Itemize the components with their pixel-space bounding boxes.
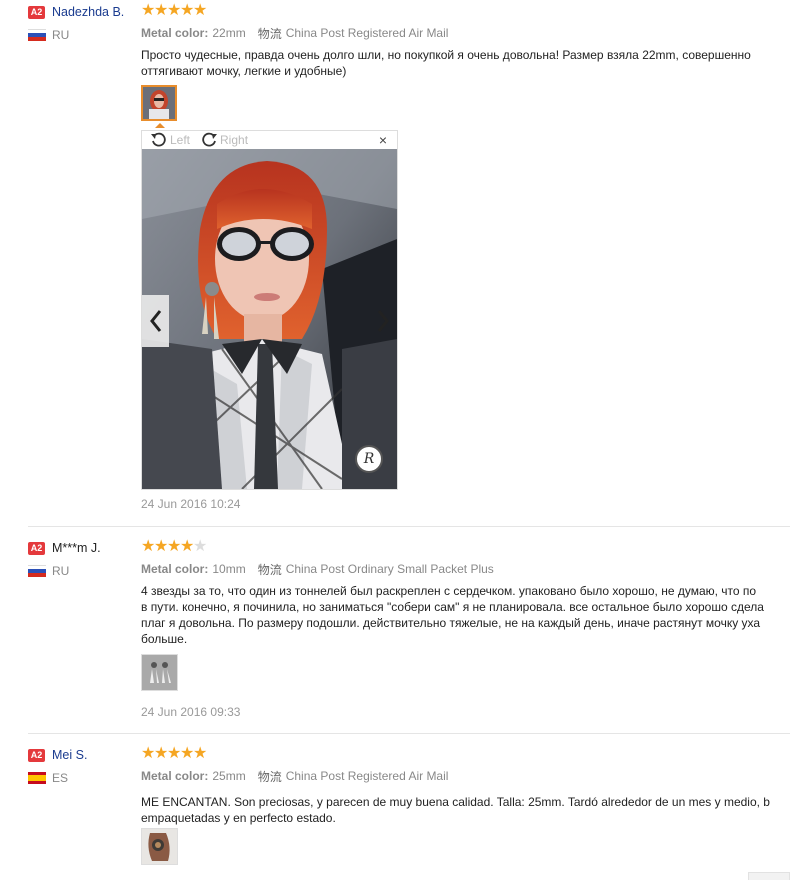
shipping-method: China Post Registered Air Mail <box>285 26 449 40</box>
metal-color-label: Metal color: <box>141 26 209 40</box>
metal-color-value: 10mm <box>212 562 246 576</box>
previous-photo-button[interactable] <box>142 295 169 347</box>
star-icon: ★ <box>167 745 182 762</box>
photo-thumbnail-image <box>142 829 177 864</box>
russia-flag-icon <box>28 29 46 41</box>
star-icon: ★ <box>141 745 156 762</box>
review-content: ★ ★ ★ ★ ★ Metal color: 25mm 物流 China Post Re… <box>141 746 790 826</box>
star-rating: ★ ★ ★ ★ ★ <box>141 746 790 762</box>
photo-viewer: Left Right × R <box>141 130 398 490</box>
order-attributes: Metal color: 25mm 物流 China Post Register… <box>141 768 790 784</box>
rotate-right-label: Right <box>220 133 249 147</box>
review-photo-thumbnail[interactable] <box>141 654 178 691</box>
order-attributes: Metal color: 10mm 物流 China Post Ordinary… <box>141 561 790 577</box>
buyer-level-badge: A2 <box>28 748 45 762</box>
star-rating: ★ ★ ★ ★ ★ <box>141 3 790 19</box>
metal-color-value: 25mm <box>212 769 246 783</box>
buyer-info: A2 Nadezhda B. RU <box>28 3 138 44</box>
review-divider <box>28 733 790 734</box>
buyer-level-badge: A2 <box>28 541 45 555</box>
star-icon: ★ <box>141 538 156 555</box>
watermark-logo-icon: R <box>355 445 383 473</box>
buyer-country: RU <box>52 564 70 578</box>
shipping-label: 物流 <box>257 769 282 784</box>
review-date: 24 Jun 2016 10:24 <box>141 497 241 511</box>
scroll-to-top-button[interactable] <box>748 872 790 880</box>
metal-color-value: 22mm <box>212 26 246 40</box>
chevron-left-icon <box>149 310 161 332</box>
review-text: Просто чудесные, правда очень долго шли,… <box>141 48 751 78</box>
review-divider <box>28 526 790 527</box>
rotate-left-button[interactable]: Left <box>150 132 190 148</box>
star-icon: ★ <box>154 745 169 762</box>
buyer-info: A2 Mei S. ES <box>28 746 138 787</box>
photo-thumbnail-image <box>142 655 177 690</box>
buyer-info: A2 M***m J. RU <box>28 539 138 580</box>
buyer-country: ES <box>52 771 69 785</box>
star-icon: ★ <box>167 2 182 19</box>
star-icon: ★ <box>193 745 208 762</box>
shipping-method: China Post Ordinary Small Packet Plus <box>285 562 494 576</box>
buyer-name-link[interactable]: Mei S. <box>52 748 87 762</box>
shipping-label: 物流 <box>257 26 282 41</box>
photo-thumbnail-image <box>143 87 175 119</box>
star-icon: ★ <box>154 2 169 19</box>
review-content: ★ ★ ★ ★ ★ Metal color: 22mm 物流 China Post Re… <box>141 3 790 79</box>
shipping-label: 物流 <box>257 562 282 577</box>
review-photo-image <box>142 149 397 489</box>
star-icon: ★ <box>141 2 156 19</box>
star-icon: ★ <box>180 538 195 555</box>
next-photo-button[interactable] <box>371 295 395 347</box>
rotate-right-button[interactable]: Right <box>200 132 248 148</box>
rotate-right-icon <box>202 132 218 147</box>
review-text: 4 звезды за то, что один из тоннелей был… <box>141 584 764 646</box>
order-attributes: Metal color: 22mm 物流 China Post Register… <box>141 25 790 41</box>
star-rating: ★ ★ ★ ★ ★ <box>141 539 790 555</box>
star-icon: ★ <box>180 2 195 19</box>
star-icon: ★ <box>154 538 169 555</box>
rotate-left-label: Left <box>170 133 191 147</box>
review-text: ME ENCANTAN. Son preciosas, y parecen de… <box>141 795 770 825</box>
spain-flag-icon <box>28 772 46 784</box>
buyer-name-link[interactable]: M***m J. <box>52 541 101 555</box>
review-content: ★ ★ ★ ★ ★ Metal color: 10mm 物流 China Post Or… <box>141 539 790 647</box>
shipping-method: China Post Registered Air Mail <box>285 769 449 783</box>
buyer-name-link[interactable]: Nadezhda B. <box>52 5 124 19</box>
buyer-level-badge: A2 <box>28 5 45 19</box>
chevron-right-icon <box>377 310 389 332</box>
metal-color-label: Metal color: <box>141 769 209 783</box>
close-viewer-button[interactable]: × <box>379 133 387 147</box>
review-photo: R <box>142 149 397 489</box>
rotate-left-icon <box>151 132 166 147</box>
star-empty-icon: ★ <box>193 538 208 555</box>
review-photo-thumbnail[interactable] <box>141 828 178 865</box>
star-icon: ★ <box>193 2 208 19</box>
metal-color-label: Metal color: <box>141 562 209 576</box>
thumbnail-pointer <box>155 123 165 128</box>
star-icon: ★ <box>167 538 182 555</box>
star-icon: ★ <box>180 745 195 762</box>
russia-flag-icon <box>28 565 46 577</box>
photo-viewer-toolbar: Left Right × <box>142 131 397 149</box>
buyer-country: RU <box>52 28 70 42</box>
review-photo-thumbnail[interactable] <box>141 85 177 121</box>
review-date: 24 Jun 2016 09:33 <box>141 705 241 719</box>
